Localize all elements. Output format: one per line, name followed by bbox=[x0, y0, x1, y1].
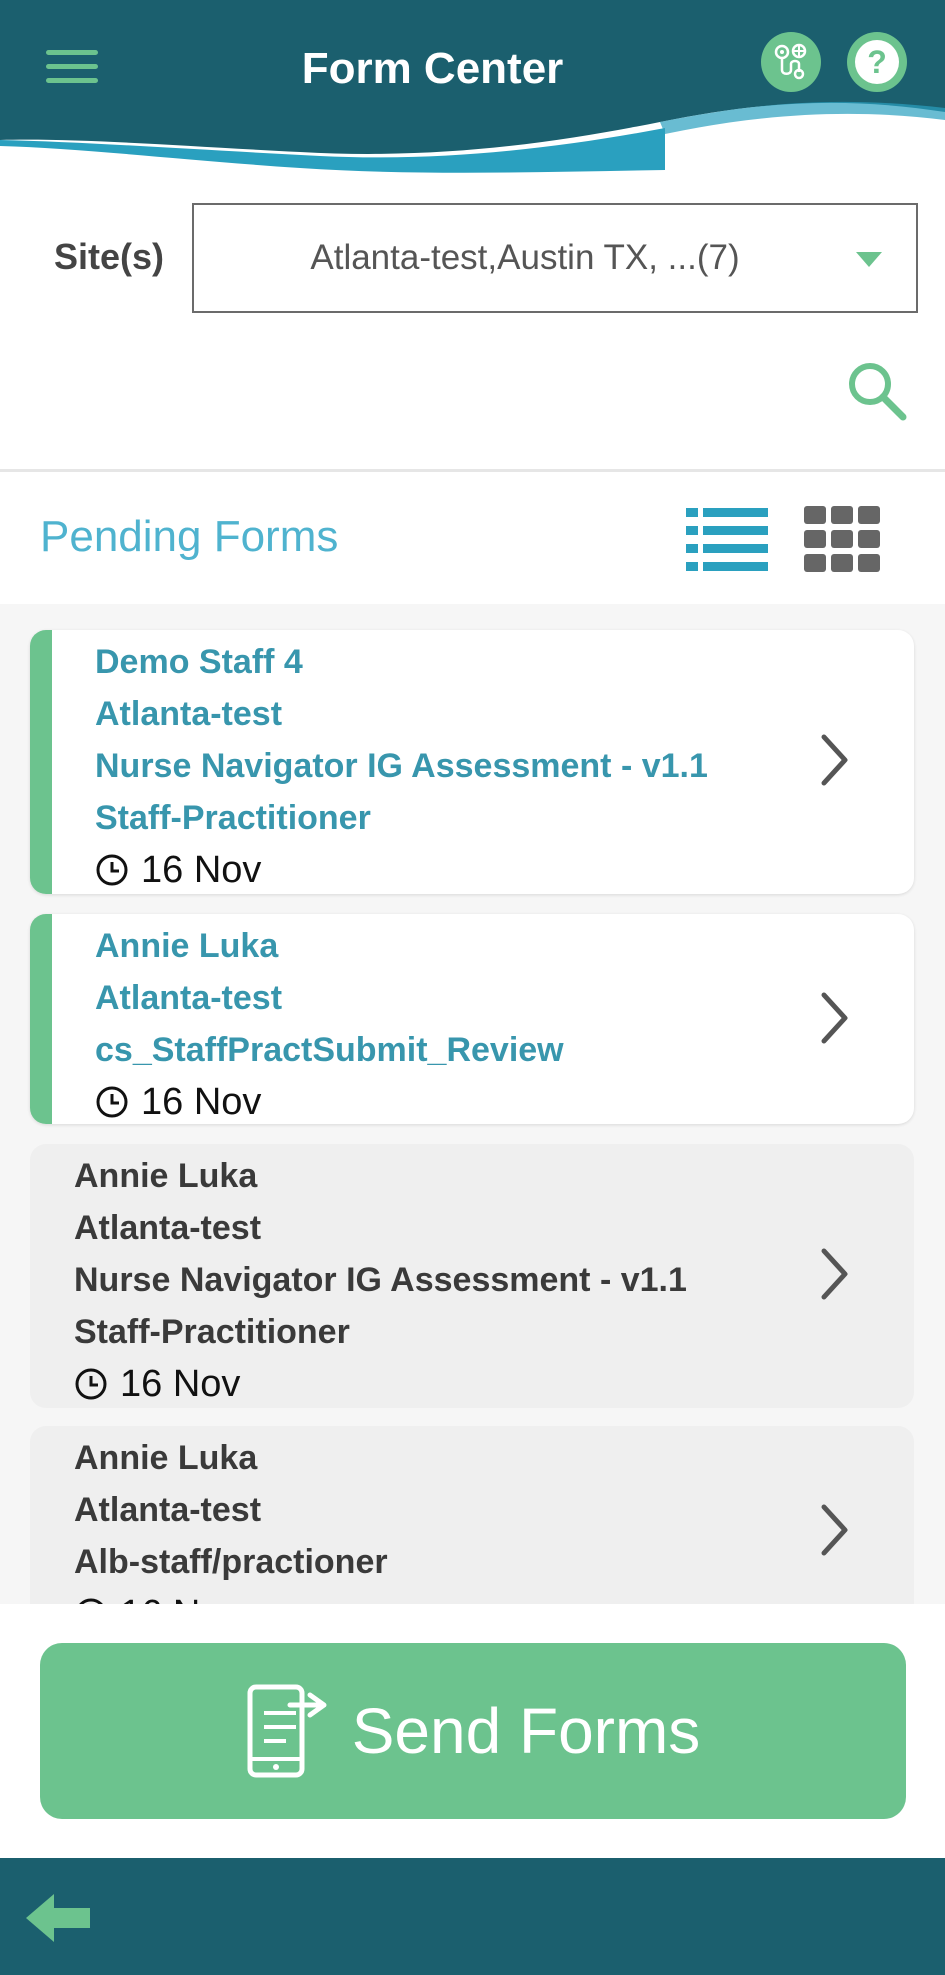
form-date: 16 Nov bbox=[120, 1363, 241, 1405]
form-staff-name: Annie Luka bbox=[74, 1157, 258, 1195]
form-title: Nurse Navigator IG Assessment - v1.1 bbox=[95, 747, 708, 785]
form-staff-name: Annie Luka bbox=[74, 1439, 258, 1477]
site-filter-dropdown[interactable]: Atlanta-test,Austin TX, ...(7) bbox=[192, 203, 918, 313]
send-forms-button[interactable]: Send Forms bbox=[40, 1643, 906, 1819]
form-site: Atlanta-test bbox=[95, 979, 283, 1017]
form-staff-name: Demo Staff 4 bbox=[95, 643, 303, 681]
form-role: Staff-Practitioner bbox=[74, 1313, 350, 1351]
chevron-right-icon bbox=[821, 992, 848, 1044]
search-icon[interactable] bbox=[846, 360, 908, 422]
section-divider bbox=[0, 469, 945, 472]
form-date: 16 Nov bbox=[120, 1588, 240, 1604]
pending-forms-list: Demo Staff 4 Atlanta-test Nurse Navigato… bbox=[0, 604, 945, 1604]
form-site: Atlanta-test bbox=[95, 695, 283, 733]
form-list-item[interactable]: Annie Luka Atlanta-test cs_StaffPractSub… bbox=[30, 914, 914, 1124]
chevron-right-icon bbox=[821, 1504, 848, 1556]
form-site: Atlanta-test bbox=[74, 1491, 262, 1529]
site-filter-value: Atlanta-test,Austin TX, ...(7) bbox=[310, 238, 740, 277]
clock-icon bbox=[75, 1368, 107, 1400]
chevron-right-icon bbox=[821, 1248, 848, 1300]
clock-icon bbox=[96, 854, 128, 886]
form-list-item[interactable]: Annie Luka Atlanta-test Alb-staff/practi… bbox=[30, 1426, 914, 1604]
app-header: Form Center ? bbox=[0, 0, 945, 175]
form-list-item[interactable]: Demo Staff 4 Atlanta-test Nurse Navigato… bbox=[30, 630, 914, 894]
form-staff-name: Annie Luka bbox=[95, 927, 279, 965]
form-title: Alb-staff/practioner bbox=[74, 1543, 388, 1581]
page-title: Form Center bbox=[301, 44, 564, 93]
form-title: cs_StaffPractSubmit_Review bbox=[95, 1031, 564, 1069]
list-view-icon[interactable] bbox=[686, 506, 768, 572]
clock-icon bbox=[96, 1086, 128, 1118]
clock-icon bbox=[79, 1598, 103, 1604]
back-arrow-icon[interactable] bbox=[26, 1892, 90, 1944]
send-document-icon bbox=[247, 1684, 327, 1778]
form-date: 16 Nov bbox=[141, 849, 262, 891]
section-title: Pending Forms bbox=[40, 512, 339, 561]
form-role: Staff-Practitioner bbox=[95, 799, 371, 837]
form-site: Atlanta-test bbox=[74, 1209, 262, 1247]
map-location-icon[interactable] bbox=[761, 32, 821, 92]
dropdown-caret-icon bbox=[856, 252, 882, 267]
site-filter-label: Site(s) bbox=[54, 236, 165, 277]
send-forms-label: Send Forms bbox=[351, 1695, 701, 1767]
help-icon[interactable]: ? bbox=[847, 32, 907, 92]
bottom-bar bbox=[0, 1858, 945, 1975]
form-list-item[interactable]: Annie Luka Atlanta-test Nurse Navigator … bbox=[30, 1144, 914, 1408]
grid-view-icon[interactable] bbox=[804, 506, 880, 572]
form-date: 16 Nov bbox=[141, 1081, 262, 1123]
form-title: Nurse Navigator IG Assessment - v1.1 bbox=[74, 1261, 687, 1299]
chevron-right-icon bbox=[821, 734, 848, 786]
